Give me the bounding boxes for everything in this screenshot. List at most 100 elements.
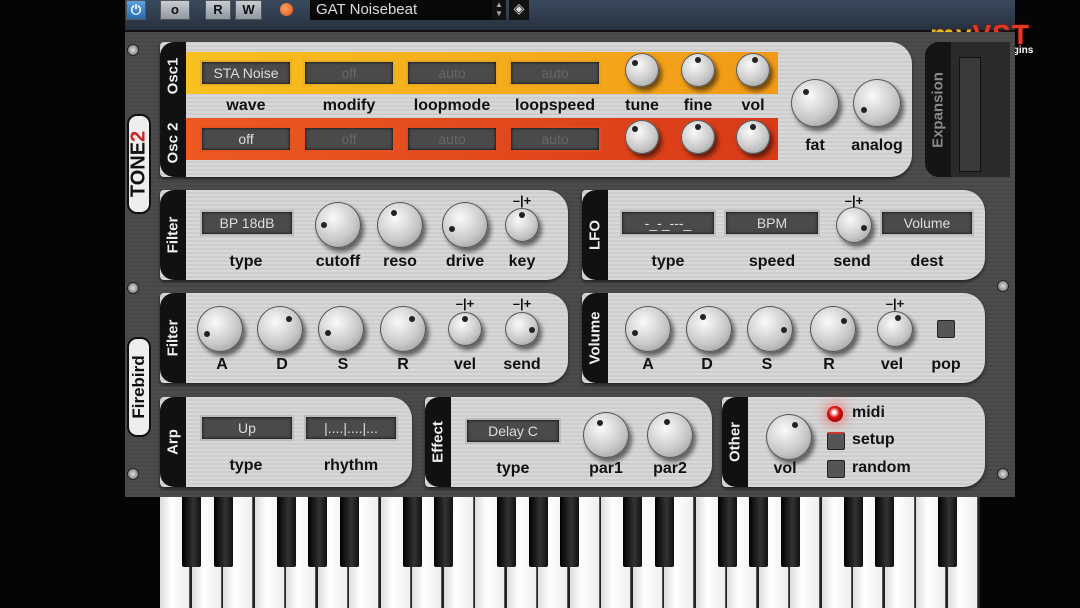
oscillator-section: Osc1 Osc 2 STA Noise off auto auto off o…	[160, 42, 912, 177]
preset-stepper[interactable]: ▲ ▼	[492, 0, 506, 20]
read-automation-button[interactable]: R	[205, 0, 231, 20]
compare-button[interactable]: o	[160, 0, 190, 20]
osc1-loopspeed-display[interactable]: auto	[509, 60, 601, 86]
black-key[interactable]	[843, 497, 863, 567]
label: A	[642, 356, 654, 373]
osc1-fine-knob[interactable]	[681, 53, 715, 87]
label: S	[337, 356, 349, 373]
knob-indicator	[861, 225, 868, 232]
filter-sustain-knob[interactable]	[318, 306, 364, 352]
black-key[interactable]	[623, 497, 642, 567]
power-button[interactable]: ⏻	[126, 0, 146, 20]
pop-toggle[interactable]	[937, 320, 955, 338]
key-knob[interactable]	[505, 208, 539, 242]
volume-attack-knob[interactable]	[625, 306, 671, 352]
knob-indicator	[780, 327, 787, 334]
preset-name-field[interactable]: GAT Noisebeat	[310, 0, 495, 20]
write-automation-button[interactable]: W	[235, 0, 262, 20]
other-section: Other vol midi setup random	[722, 397, 985, 487]
osc2-vol-knob[interactable]	[736, 120, 770, 154]
label: cutoff	[315, 253, 361, 270]
piano-keyboard[interactable]	[160, 497, 980, 608]
filter-vel-knob[interactable]	[448, 312, 482, 346]
filter-attack-knob[interactable]	[197, 306, 243, 352]
osc2-wave-display[interactable]: off	[200, 126, 292, 152]
bipolar-mark: –|+	[455, 296, 475, 311]
effect-type-display[interactable]: Delay C	[465, 418, 561, 444]
lfo-type-display[interactable]: -_-_---_	[620, 210, 716, 236]
knob-indicator	[324, 330, 331, 337]
black-key[interactable]	[276, 497, 296, 567]
black-key[interactable]	[654, 497, 674, 567]
par1-knob[interactable]	[583, 412, 629, 458]
label: drive	[445, 253, 485, 270]
black-key[interactable]	[339, 497, 359, 567]
black-key[interactable]	[402, 497, 422, 567]
drive-knob[interactable]	[442, 202, 488, 248]
fat-knob[interactable]	[791, 79, 839, 127]
lfo-section: LFO -_-_---_ BPM –|+ Volume type speed s…	[582, 190, 985, 280]
label: vel	[880, 356, 904, 373]
label: key	[508, 253, 536, 270]
volume-sustain-knob[interactable]	[747, 306, 793, 352]
par2-knob[interactable]	[647, 412, 693, 458]
filter-send-knob[interactable]	[505, 312, 539, 346]
volume-vel-knob[interactable]	[877, 311, 913, 347]
osc1-tune-knob[interactable]	[625, 53, 659, 87]
osc2-loopspeed-display[interactable]: auto	[509, 126, 601, 152]
knob-indicator	[390, 209, 397, 216]
volume-decay-knob[interactable]	[686, 306, 732, 352]
preset-menu-icon[interactable]: ◈	[509, 0, 529, 20]
random-button[interactable]	[827, 460, 845, 478]
black-key[interactable]	[434, 497, 453, 567]
arp-rhythm-display[interactable]: |....|....|...	[304, 415, 398, 441]
filter-release-knob[interactable]	[380, 306, 426, 352]
filter-type-display[interactable]: BP 18dB	[200, 210, 294, 236]
label: tune	[625, 97, 659, 114]
expansion-slider[interactable]	[959, 57, 981, 172]
lfo-speed-display[interactable]: BPM	[724, 210, 820, 236]
label: type	[651, 253, 685, 270]
reso-knob[interactable]	[377, 202, 423, 248]
filter-decay-knob[interactable]	[257, 306, 303, 352]
analog-knob[interactable]	[853, 79, 901, 127]
tone2-logo: TONE2	[127, 114, 151, 214]
filter-envelope-section: Filter –|+ –|+ A D S R vel send	[160, 293, 568, 383]
lfo-dest-display[interactable]: Volume	[880, 210, 974, 236]
lfo-tab: LFO	[582, 190, 608, 280]
setup-button[interactable]	[827, 432, 845, 450]
black-key[interactable]	[875, 497, 894, 567]
osc1-loopmode-display[interactable]: auto	[406, 60, 498, 86]
osc1-vol-knob[interactable]	[736, 53, 770, 87]
knob-indicator	[631, 330, 638, 337]
black-key[interactable]	[182, 497, 201, 567]
arp-type-display[interactable]: Up	[200, 415, 294, 441]
label: speed	[748, 253, 796, 270]
black-key[interactable]	[717, 497, 737, 567]
screw	[127, 44, 139, 56]
cutoff-knob[interactable]	[315, 202, 361, 248]
knob-indicator	[631, 59, 638, 66]
osc2-tune-knob[interactable]	[625, 120, 659, 154]
osc1-modify-display[interactable]: off	[303, 60, 395, 86]
lfo-send-knob[interactable]	[836, 207, 872, 243]
osc2-fine-knob[interactable]	[681, 120, 715, 154]
expansion-tab: Expansion	[925, 42, 951, 177]
osc2-loopmode-display[interactable]: auto	[406, 126, 498, 152]
osc1-wave-display[interactable]: STA Noise	[200, 60, 292, 86]
black-key[interactable]	[938, 497, 957, 567]
black-key[interactable]	[528, 497, 548, 567]
osc2-modify-display[interactable]: off	[303, 126, 395, 152]
bipolar-mark: –|+	[512, 193, 532, 208]
black-key[interactable]	[780, 497, 800, 567]
black-key[interactable]	[308, 497, 327, 567]
label: send	[833, 253, 871, 270]
volume-release-knob[interactable]	[810, 306, 856, 352]
black-key[interactable]	[560, 497, 579, 567]
black-key[interactable]	[749, 497, 768, 567]
black-key[interactable]	[497, 497, 516, 567]
black-key[interactable]	[213, 497, 233, 567]
midi-label: midi	[852, 404, 885, 421]
label: fine	[683, 97, 713, 114]
master-vol-knob[interactable]	[766, 414, 812, 460]
